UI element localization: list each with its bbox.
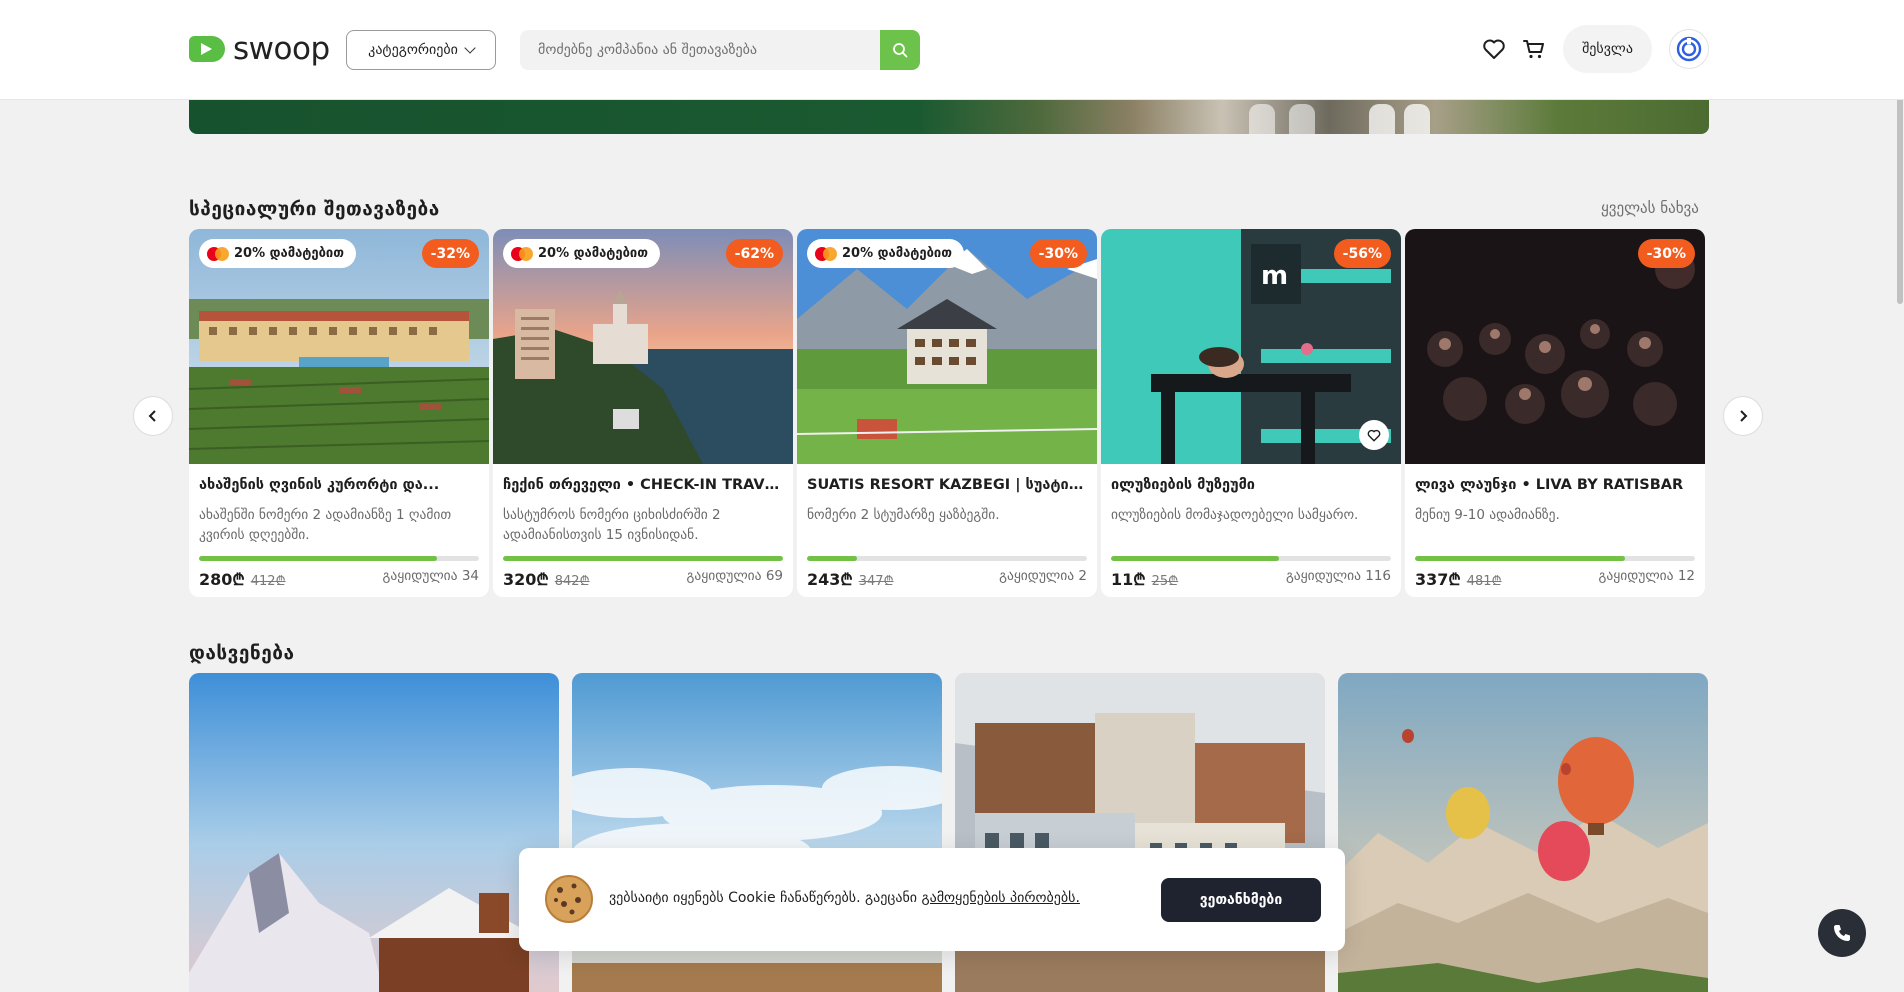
- offer-title: SUATIS RESORT KAZBEGI | სუატის...: [807, 477, 1087, 493]
- language-button[interactable]: [1669, 29, 1709, 69]
- mastercard-bonus-badge: 20% დამატებით: [503, 239, 661, 268]
- rest-tile[interactable]: [1338, 673, 1708, 992]
- offer-title: ჩექინ თრეველი • CHECK-IN TRAVEL: [503, 477, 783, 493]
- offer-price: 337₾ 481₾: [1415, 570, 1502, 589]
- svg-text:m: m: [1261, 261, 1288, 291]
- sold-count: გაყიდულია 12: [1598, 568, 1695, 584]
- favorite-button[interactable]: [1359, 420, 1389, 450]
- logo-text: swoop: [233, 31, 330, 67]
- cookie-icon: [545, 875, 593, 923]
- terms-link[interactable]: გამოყენების პირობებს.: [921, 890, 1079, 906]
- mastercard-icon: [207, 246, 229, 261]
- hero-banner-bottom[interactable]: [189, 100, 1709, 134]
- login-button[interactable]: შესვლა: [1563, 25, 1652, 73]
- old-price: 842₾: [554, 574, 590, 589]
- sold-progress-bar: [1111, 556, 1391, 561]
- sold-progress-bar: [199, 556, 479, 561]
- phone-icon: [1834, 925, 1850, 941]
- sold-progress-bar: [807, 556, 1087, 561]
- sold-count: გაყიდულია 69: [686, 568, 783, 584]
- language-icon: [1676, 36, 1702, 62]
- sold-progress-bar: [503, 556, 783, 561]
- old-price: 412₾: [250, 574, 286, 589]
- chevron-right-icon: [1740, 410, 1748, 422]
- offer-card[interactable]: 20% დამატებით -30% SUATIS RESORT KAZBEGI…: [797, 229, 1097, 597]
- offer-price: 11₾ 25₾: [1111, 570, 1179, 589]
- search-button[interactable]: [880, 30, 920, 70]
- scrollbar-thumb[interactable]: [1897, 70, 1903, 304]
- offer-description: ახაშენში ნომერი 2 ადამიანზე 1 ღამით კვირ…: [199, 507, 452, 543]
- site-header: swoop კატეგორიები შესვლა: [0, 0, 1904, 100]
- heart-icon: [1367, 429, 1381, 441]
- discount-badge: -32%: [421, 239, 479, 268]
- offer-price: 320₾ 842₾: [503, 570, 590, 589]
- search-bar: [520, 30, 920, 70]
- page-scrollbar[interactable]: [1896, 0, 1904, 992]
- discount-badge: -62%: [725, 239, 783, 268]
- special-offers-title: სპეციალური შეთავაზება: [189, 198, 440, 220]
- heart-icon: [1483, 39, 1505, 59]
- chevron-left-icon: [148, 410, 156, 422]
- sold-progress-bar: [1415, 556, 1695, 561]
- see-all-link[interactable]: ყველას ნახვა: [1601, 199, 1699, 217]
- categories-button[interactable]: კატეგორიები: [346, 30, 496, 70]
- rest-section-title: დასვენება: [189, 642, 295, 664]
- offer-card[interactable]: m -56% ილუზიების მუზეუმი ილუზიების მომაჯ…: [1101, 229, 1401, 597]
- offer-title: ლივა ლაუნჯი • LIVA BY RATISBAR: [1415, 477, 1684, 493]
- swoop-logo[interactable]: swoop: [189, 31, 330, 67]
- cookie-message: ვებსაიტი იყენებს Cookie ჩანაწერებს. გაეც…: [609, 890, 1080, 906]
- mastercard-icon: [511, 246, 533, 261]
- old-price: 25₾: [1151, 574, 1179, 589]
- discount-badge: -30%: [1029, 239, 1087, 268]
- offer-title: ახაშენის ღვინის კურორტი და...: [199, 477, 440, 493]
- cart-button[interactable]: [1521, 36, 1547, 62]
- offer-title: ილუზიების მუზეუმი: [1111, 477, 1255, 493]
- search-input[interactable]: [520, 30, 880, 70]
- offer-description: სასტუმროს ნომერი ციხისძირში 2 ადამიანისთ…: [503, 507, 721, 543]
- carousel-prev-button[interactable]: [133, 396, 173, 436]
- sold-count: გაყიდულია 116: [1285, 568, 1391, 584]
- cookie-banner: ვებსაიტი იყენებს Cookie ჩანაწერებს. გაეც…: [519, 848, 1345, 951]
- categories-label: კატეგორიები: [368, 42, 458, 58]
- old-price: 347₾: [858, 574, 894, 589]
- mastercard-icon: [815, 246, 837, 261]
- old-price: 481₾: [1466, 574, 1502, 589]
- offer-card[interactable]: 20% დამატებით -32% ახაშენის ღვინის კურორ…: [189, 229, 489, 597]
- offer-description: მენიუ 9-10 ადამიანზე.: [1415, 507, 1560, 523]
- offer-price: 280₾ 412₾: [199, 570, 286, 589]
- favorites-button[interactable]: [1481, 36, 1507, 62]
- search-icon: [893, 43, 908, 58]
- accept-cookies-button[interactable]: ვეთანხმები: [1161, 878, 1321, 922]
- offer-description: ნომერი 2 სტუმარზე ყაზბეგში.: [807, 507, 1000, 523]
- offer-description: ილუზიების მომაჯადოებელი სამყარო.: [1111, 507, 1359, 523]
- mastercard-bonus-badge: 20% დამატებით: [807, 239, 965, 268]
- offer-price: 243₾ 347₾: [807, 570, 894, 589]
- sold-count: გაყიდულია 2: [999, 568, 1087, 584]
- offer-card[interactable]: 20% დამატებით -62% ჩექინ თრეველი • CHECK…: [493, 229, 793, 597]
- offer-card[interactable]: -30% ლივა ლაუნჯი • LIVA BY RATISBAR მენი…: [1405, 229, 1705, 597]
- cart-icon: [1523, 40, 1544, 59]
- rest-tile[interactable]: [189, 673, 559, 992]
- discount-badge: -56%: [1333, 239, 1391, 268]
- call-button[interactable]: [1818, 909, 1866, 957]
- sold-count: გაყიდულია 34: [382, 568, 479, 584]
- logo-mark-icon: [189, 36, 225, 62]
- special-offers-carousel: 20% დამატებით -32% ახაშენის ღვინის კურორ…: [189, 229, 1709, 597]
- discount-badge: -30%: [1637, 239, 1695, 268]
- carousel-next-button[interactable]: [1723, 396, 1763, 436]
- chevron-down-icon: [464, 42, 476, 54]
- mastercard-bonus-badge: 20% დამატებით: [199, 239, 357, 268]
